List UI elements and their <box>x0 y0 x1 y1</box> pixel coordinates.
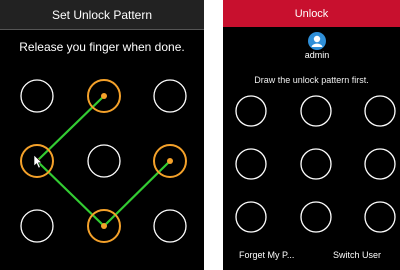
pattern-node-dot <box>101 223 107 229</box>
set-pattern-grid[interactable] <box>20 79 187 243</box>
pattern-node[interactable] <box>235 201 267 233</box>
pattern-node[interactable] <box>153 209 187 243</box>
pattern-node[interactable] <box>364 201 396 233</box>
pattern-lines <box>36 95 171 227</box>
pattern-node[interactable] <box>87 144 121 178</box>
pattern-node[interactable] <box>235 95 267 127</box>
pattern-node[interactable] <box>20 79 54 113</box>
pattern-overlay <box>20 79 396 243</box>
switch-user-link[interactable]: Switch User <box>333 250 381 260</box>
pattern-node[interactable] <box>364 95 396 127</box>
unlock-pattern-grid[interactable] <box>235 95 396 233</box>
forgot-password-link[interactable]: Forget My P... <box>239 250 294 260</box>
pattern-node[interactable] <box>300 148 332 180</box>
pattern-line <box>103 160 171 227</box>
pattern-node[interactable] <box>300 201 332 233</box>
pattern-node[interactable] <box>364 148 396 180</box>
pattern-line <box>36 95 105 162</box>
pattern-node[interactable] <box>300 95 332 127</box>
pattern-node-dot <box>167 158 173 164</box>
pattern-node[interactable] <box>20 209 54 243</box>
pattern-node[interactable] <box>235 148 267 180</box>
pattern-node-dot <box>101 93 107 99</box>
pattern-line <box>36 160 105 227</box>
pattern-node[interactable] <box>153 79 187 113</box>
